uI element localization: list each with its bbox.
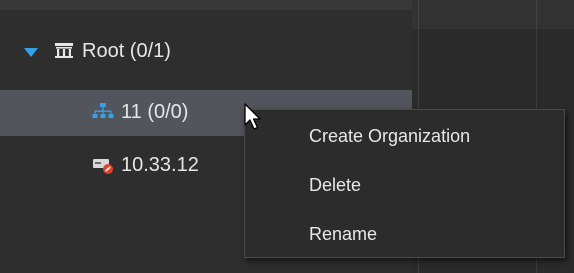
organization-icon [92, 103, 114, 118]
panel-top-strip [0, 0, 412, 10]
tree-node-label: Root (0/1) [82, 40, 171, 62]
tree-node-root[interactable]: Root (0/1) [0, 29, 412, 75]
menu-item-create-organization[interactable]: Create Organization [309, 126, 470, 147]
menu-item-delete[interactable]: Delete [309, 175, 361, 196]
menu-item-rename[interactable]: Rename [309, 224, 377, 245]
tree-node-label: 10.33.12 [121, 154, 199, 176]
building-icon [55, 43, 73, 58]
device-offline-icon [93, 159, 113, 174]
expand-arrow-icon[interactable] [24, 48, 38, 57]
tree-node-label: 11 (0/0) [121, 101, 189, 123]
grid-header-cell [536, 0, 574, 29]
mouse-pointer-icon [244, 103, 261, 130]
context-menu: Create Organization Delete Rename [244, 109, 565, 258]
grid-header-cell [418, 0, 537, 29]
